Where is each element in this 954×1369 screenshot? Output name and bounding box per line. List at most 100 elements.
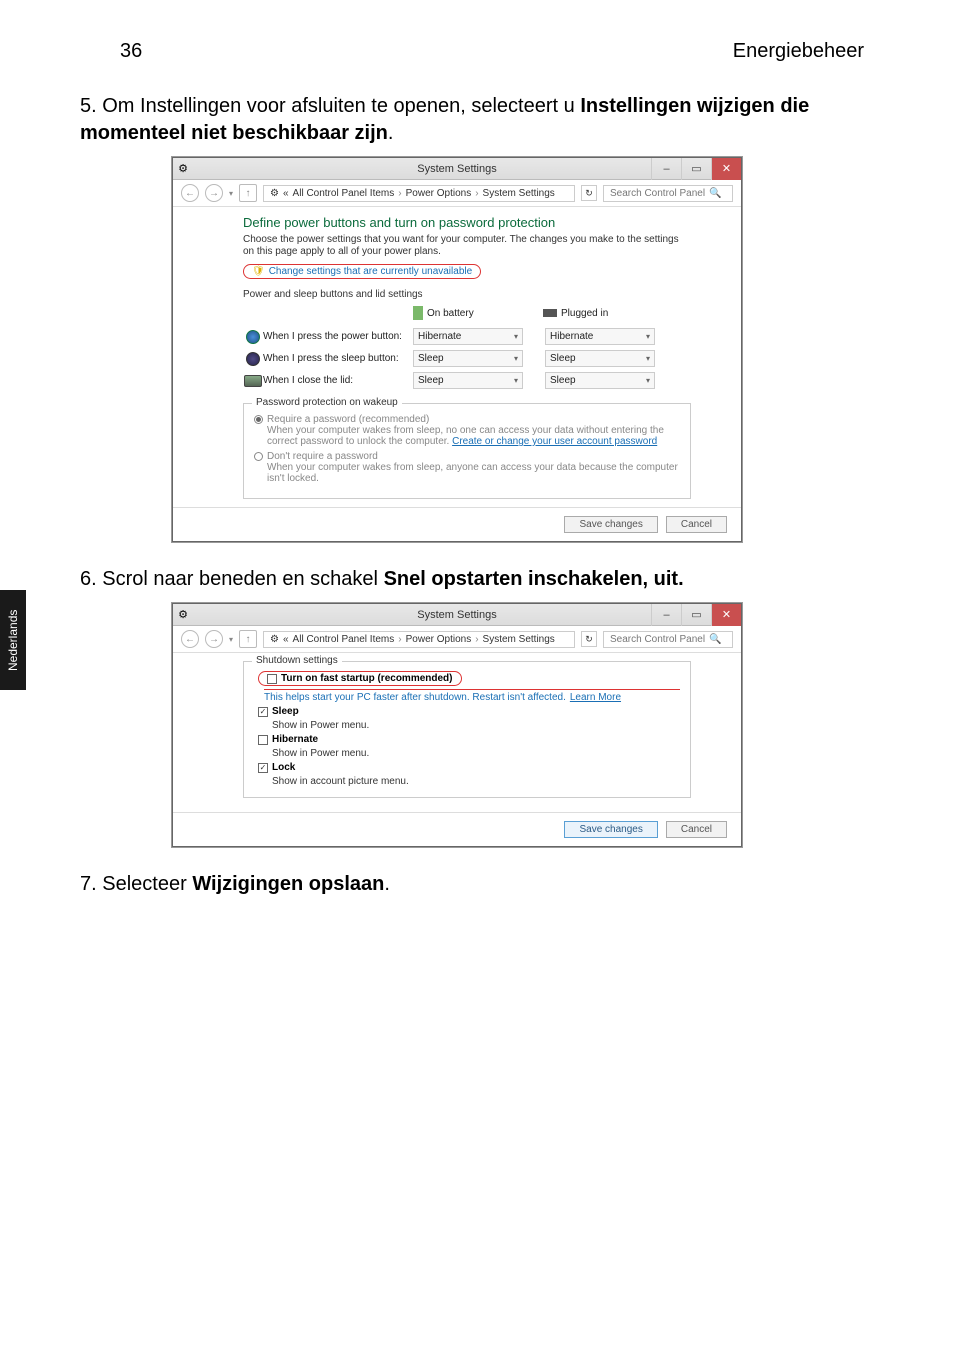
sleep-button-battery-select[interactable]: Sleep ▾ — [413, 350, 523, 367]
change-settings-link-label: Change settings that are currently unava… — [269, 266, 472, 277]
breadcrumb[interactable]: ⚙ « All Control Panel Items › Power Opti… — [263, 185, 575, 202]
chevron-down-icon: ▾ — [514, 332, 518, 341]
no-password-label: Don't require a password — [267, 451, 378, 462]
sleep-button-label: When I press the sleep button: — [263, 353, 413, 364]
shield-icon: 🛡 — [252, 266, 265, 277]
chevron-down-icon: ▾ — [646, 332, 650, 341]
step-6-number: 6. — [80, 568, 97, 590]
page-heading: Define power buttons and turn on passwor… — [243, 215, 691, 230]
require-password-radio[interactable] — [254, 415, 263, 424]
change-settings-link[interactable]: 🛡 Change settings that are currently una… — [243, 264, 481, 279]
page-number: 36 — [120, 40, 142, 63]
chevron-right-icon: › — [475, 634, 478, 645]
password-protection-group: Password protection on wakeup Require a … — [243, 403, 691, 499]
close-lid-plugged-value: Sleep — [550, 375, 576, 386]
screenshot-system-settings-1: ⚙ System Settings – ▭ ✕ ← → ▾ ↑ ⚙ « All … — [172, 157, 742, 542]
control-panel-icon: ⚙ — [173, 608, 193, 621]
cancel-button[interactable]: Cancel — [666, 516, 727, 533]
password-protection-legend: Password protection on wakeup — [252, 397, 402, 408]
search-placeholder: Search Control Panel — [610, 634, 705, 645]
window-close-button[interactable]: ✕ — [711, 604, 741, 626]
create-change-password-link[interactable]: Create or change your user account passw… — [452, 436, 657, 447]
fast-startup-checkbox[interactable] — [267, 674, 277, 684]
lock-checkbox[interactable] — [258, 763, 268, 773]
page-description: Choose the power settings that you want … — [243, 234, 691, 258]
window-title: System Settings — [417, 609, 496, 621]
save-changes-button[interactable]: Save changes — [564, 821, 657, 838]
breadcrumb-item-3[interactable]: System Settings — [483, 188, 555, 199]
step-5-period: . — [388, 122, 394, 144]
breadcrumb-item-1[interactable]: All Control Panel Items — [293, 188, 395, 199]
step-6-text: Scrol naar beneden en schakel — [102, 568, 383, 590]
chevron-right-icon: › — [398, 188, 401, 199]
close-lid-battery-select[interactable]: Sleep▾ — [413, 372, 523, 389]
breadcrumb-item-2[interactable]: Power Options — [406, 634, 472, 645]
learn-more-link[interactable]: Learn More — [570, 692, 621, 703]
search-input[interactable]: Search Control Panel 🔍 — [603, 185, 733, 202]
forward-button[interactable]: → — [205, 630, 223, 648]
up-button[interactable]: ↑ — [239, 630, 257, 648]
breadcrumb[interactable]: ⚙ « All Control Panel Items › Power Opti… — [263, 631, 575, 648]
refresh-button[interactable]: ↻ — [581, 185, 597, 201]
power-button-plugged-select[interactable]: Hibernate▾ — [545, 328, 655, 345]
step-5-number: 5. — [80, 95, 97, 117]
screenshot-system-settings-2: ⚙ System Settings – ▭ ✕ ← → ▾ ↑ ⚙ « All … — [172, 603, 742, 847]
no-password-radio[interactable] — [254, 452, 263, 461]
refresh-button[interactable]: ↻ — [581, 631, 597, 647]
history-dropdown-icon[interactable]: ▾ — [229, 189, 233, 198]
power-sleep-lid-legend: Power and sleep buttons and lid settings — [243, 289, 691, 300]
breadcrumb-icon: ⚙ — [270, 188, 279, 199]
sleep-button-icon — [246, 352, 260, 366]
power-button-battery-value: Hibernate — [418, 331, 461, 342]
window-maximize-button[interactable]: ▭ — [681, 604, 711, 626]
step-6-bold: Snel opstarten inschakelen, uit. — [384, 568, 684, 590]
power-button-label: When I press the power button: — [263, 331, 413, 342]
cancel-button[interactable]: Cancel — [666, 821, 727, 838]
sleep-button-battery-value: Sleep — [418, 353, 444, 364]
breadcrumb-root: « — [283, 634, 289, 645]
back-button[interactable]: ← — [181, 630, 199, 648]
sleep-checkbox-label: Sleep — [272, 706, 299, 717]
step-7-text: Selecteer — [102, 873, 192, 895]
save-changes-button[interactable]: Save changes — [564, 516, 657, 533]
forward-button[interactable]: → — [205, 184, 223, 202]
window-minimize-button[interactable]: – — [651, 158, 681, 180]
search-placeholder: Search Control Panel — [610, 188, 705, 199]
hibernate-checkbox-desc: Show in Power menu. — [272, 748, 369, 759]
sleep-checkbox[interactable] — [258, 707, 268, 717]
history-dropdown-icon[interactable]: ▾ — [229, 635, 233, 644]
chevron-right-icon: › — [398, 634, 401, 645]
section-title: Energiebeheer — [733, 40, 864, 63]
window-maximize-button[interactable]: ▭ — [681, 158, 711, 180]
lock-checkbox-label: Lock — [272, 762, 295, 773]
window-minimize-button[interactable]: – — [651, 604, 681, 626]
back-button[interactable]: ← — [181, 184, 199, 202]
search-input[interactable]: Search Control Panel 🔍 — [603, 631, 733, 648]
breadcrumb-item-3[interactable]: System Settings — [483, 634, 555, 645]
power-button-battery-select[interactable]: Hibernate ▾ — [413, 328, 523, 345]
breadcrumb-icon: ⚙ — [270, 634, 279, 645]
up-button[interactable]: ↑ — [239, 184, 257, 202]
plugged-in-header: Plugged in — [561, 308, 608, 319]
close-lid-plugged-select[interactable]: Sleep▾ — [545, 372, 655, 389]
hibernate-checkbox-label: Hibernate — [272, 734, 318, 745]
lock-checkbox-desc: Show in account picture menu. — [272, 776, 409, 787]
breadcrumb-root: « — [283, 188, 289, 199]
step-5-text: Om Instellingen voor afsluiten te openen… — [102, 95, 580, 117]
search-icon: 🔍 — [709, 188, 721, 199]
control-panel-icon: ⚙ — [173, 162, 193, 175]
search-icon: 🔍 — [709, 634, 721, 645]
battery-icon — [413, 306, 423, 320]
shutdown-settings-legend: Shutdown settings — [252, 655, 342, 666]
sleep-button-plugged-value: Sleep — [550, 353, 576, 364]
sleep-button-plugged-select[interactable]: Sleep▾ — [545, 350, 655, 367]
breadcrumb-item-1[interactable]: All Control Panel Items — [293, 634, 395, 645]
window-title: System Settings — [417, 163, 496, 175]
hibernate-checkbox[interactable] — [258, 735, 268, 745]
chevron-down-icon: ▾ — [514, 354, 518, 363]
step-7-period: . — [384, 873, 390, 895]
window-close-button[interactable]: ✕ — [711, 158, 741, 180]
power-button-icon — [246, 330, 260, 344]
breadcrumb-item-2[interactable]: Power Options — [406, 188, 472, 199]
sleep-checkbox-desc: Show in Power menu. — [272, 720, 369, 731]
